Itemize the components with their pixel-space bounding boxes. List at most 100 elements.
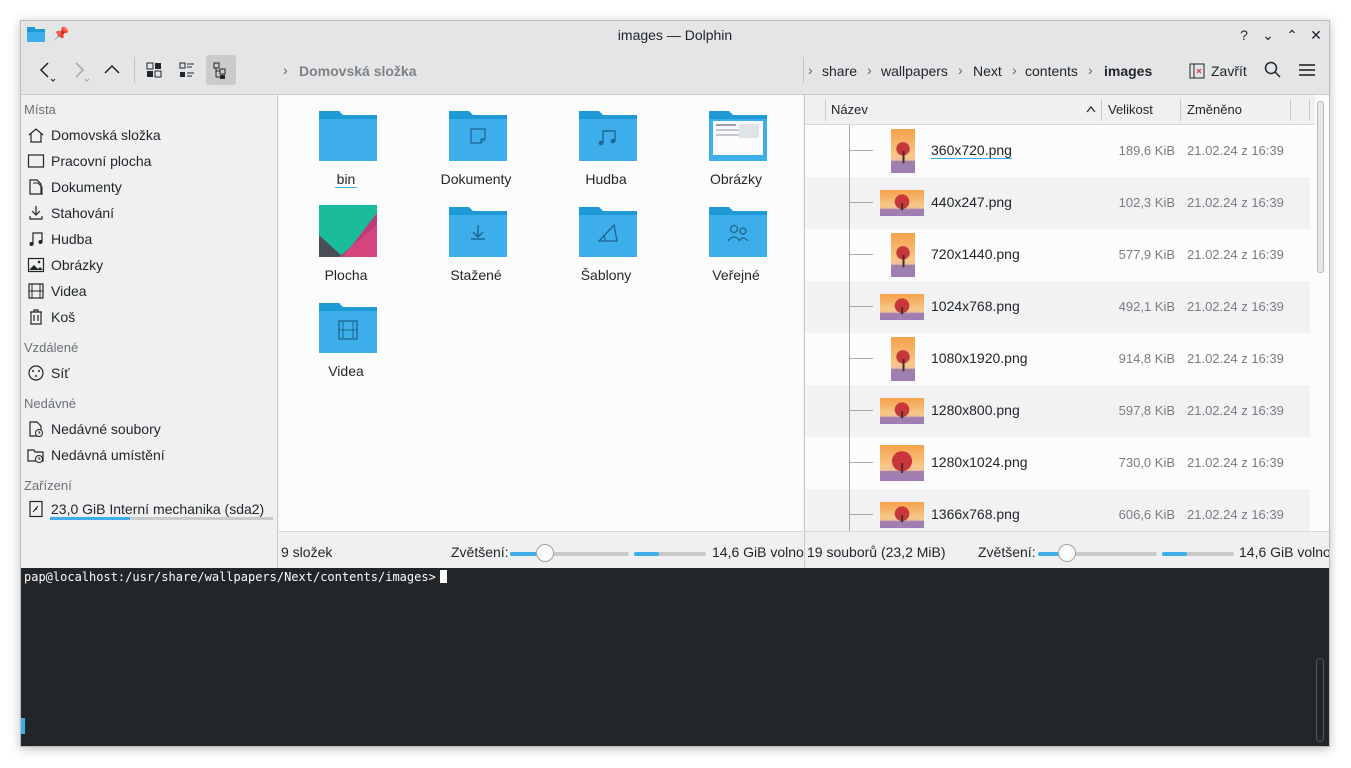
close-window-button[interactable]: ✕ [1306, 25, 1326, 45]
section-title-recent: Nedávné [24, 396, 77, 411]
file-size: 597,8 KiB [1118, 403, 1175, 418]
header-separator [1101, 99, 1102, 121]
sidebar-item-label: Hudba [51, 231, 93, 247]
table-row[interactable]: 360x720.png 189,6 KiB 21.02.24 z 16:39 [805, 125, 1310, 177]
table-row[interactable]: 1024x768.png 492,1 KiB 21.02.24 z 16:39 [805, 281, 1310, 333]
section-title-remote: Vzdálené [24, 340, 79, 355]
sidebar-item-label: Pracovní plocha [51, 153, 152, 169]
sidebar-item-trash[interactable]: Koš [27, 306, 273, 328]
table-row[interactable]: 440x247.png 102,3 KiB 21.02.24 z 16:39 [805, 177, 1310, 229]
sort-ascending-icon[interactable] [1086, 105, 1096, 113]
video-icon [28, 283, 44, 299]
left-zoom-slider[interactable] [510, 544, 629, 562]
home-icon [28, 128, 44, 143]
icons-view-button[interactable] [139, 55, 169, 85]
left-zoom-handle[interactable] [536, 544, 554, 562]
close-split-button[interactable]: Zavřít [1187, 57, 1251, 85]
sidebar-item-label: Síť [51, 365, 70, 381]
compact-view-button[interactable] [172, 55, 202, 85]
sidebar-item-music[interactable]: Hudba [27, 228, 273, 250]
folder-public[interactable]: Veřejné [671, 205, 801, 295]
hamburger-menu-button[interactable] [1292, 55, 1322, 85]
minimize-button[interactable]: ⌄ [1258, 25, 1278, 45]
breadcrumb-contents[interactable]: contents [1025, 63, 1078, 79]
breadcrumb-chevron-icon: › [808, 62, 813, 78]
breadcrumb-wallpapers[interactable]: wallpapers [881, 63, 948, 79]
terminal-panel[interactable]: pap@localhost:/usr/share/wallpapers/Next… [21, 568, 1329, 746]
file-size: 492,1 KiB [1118, 299, 1175, 314]
right-zoom-slider[interactable] [1038, 544, 1157, 562]
folder-label: Obrázky [709, 171, 763, 187]
up-button[interactable] [97, 55, 127, 85]
folder-desktop[interactable]: Plocha [281, 205, 411, 295]
table-row[interactable]: 1280x1024.png 730,0 KiB 21.02.24 z 16:39 [805, 437, 1310, 489]
sidebar-item-network[interactable]: Síť [27, 362, 273, 384]
column-size[interactable]: Velikost [1108, 102, 1153, 117]
toolbar-separator [134, 57, 135, 83]
toolbar-split-separator [803, 57, 804, 83]
sidebar-item-downloads[interactable]: Stahování [27, 202, 273, 224]
icons-view-icon [146, 62, 162, 78]
maximize-button[interactable]: ⌃ [1282, 25, 1302, 45]
forward-button[interactable] [65, 55, 95, 85]
tree-branch [849, 202, 873, 203]
search-button[interactable] [1258, 55, 1288, 85]
folder-download-icon [449, 207, 507, 257]
file-name: 1280x1024.png [931, 454, 1028, 470]
right-scrollbar-thumb[interactable] [1317, 101, 1324, 273]
left-free-space-bar [634, 552, 706, 556]
column-modified[interactable]: Změněno [1187, 102, 1242, 117]
compact-view-icon [179, 62, 194, 77]
breadcrumb-images[interactable]: images [1104, 63, 1152, 79]
folder-templates[interactable]: Šablony [541, 205, 671, 295]
table-row[interactable]: 1080x1920.png 914,8 KiB 21.02.24 z 16:39 [805, 333, 1310, 385]
help-button[interactable]: ? [1234, 25, 1254, 45]
folder-pictures[interactable]: Obrázky [671, 109, 801, 199]
back-button[interactable] [31, 55, 61, 85]
folder-videos[interactable]: Videa [281, 301, 411, 391]
breadcrumb-next[interactable]: Next [973, 63, 1002, 79]
folder-documents[interactable]: Dokumenty [411, 109, 541, 199]
folder-music[interactable]: Hudba [541, 109, 671, 199]
file-modified-date: 21.02.24 z 16:39 [1187, 403, 1284, 418]
file-modified-date: 21.02.24 z 16:39 [1187, 247, 1284, 262]
sidebar-item-pictures[interactable]: Obrázky [27, 254, 273, 276]
right-details-view[interactable]: Název Velikost Změněno 360x720.png 189,6 … [804, 95, 1329, 541]
back-arrow-icon [39, 62, 56, 82]
right-scrollbar[interactable] [1315, 97, 1324, 527]
sidebar-item-label: Dokumenty [51, 179, 122, 195]
sidebar-item-recent-locations[interactable]: Nedávná umístění [27, 444, 273, 466]
breadcrumb-share[interactable]: share [822, 63, 857, 79]
image-thumbnail-icon [891, 129, 915, 173]
table-row[interactable]: 1280x800.png 597,8 KiB 21.02.24 z 16:39 [805, 385, 1310, 437]
folder-bin[interactable]: bin [281, 109, 411, 199]
right-zoom-label: Zvětšení: [978, 544, 1036, 560]
right-free-space-bar [1162, 552, 1234, 556]
main-toolbar: › Domovská složka › share › wallpapers ›… [21, 49, 1329, 95]
column-name[interactable]: Název [831, 102, 868, 117]
sidebar-item-videos[interactable]: Videa [27, 280, 273, 302]
forward-arrow-icon [75, 62, 90, 82]
terminal-scrollbar[interactable] [1316, 658, 1324, 742]
folder-videos-icon [319, 303, 377, 353]
left-icon-view[interactable]: bin Dokumenty Hudba Obrázky Plocha Staže… [279, 95, 803, 531]
file-name: 1024x768.png [931, 298, 1020, 314]
sidebar-item-documents[interactable]: Dokumenty [27, 176, 273, 198]
file-name: 720x1440.png [931, 246, 1020, 262]
file-modified-date: 21.02.24 z 16:39 [1187, 195, 1284, 210]
sidebar-item-desktop[interactable]: Pracovní plocha [27, 150, 273, 172]
details-view-button[interactable] [206, 55, 236, 85]
sidebar-item-recent-files[interactable]: Nedávné soubory [27, 418, 273, 440]
sidebar-item-home[interactable]: Domovská složka [27, 124, 273, 146]
folder-label: Hudba [585, 171, 627, 187]
folder-downloads[interactable]: Stažené [411, 205, 541, 295]
terminal-prompt[interactable]: pap@localhost:/usr/share/wallpapers/Next… [24, 570, 447, 584]
breadcrumb-chevron-icon: › [1012, 62, 1017, 78]
file-name: 1280x800.png [931, 402, 1020, 418]
dolphin-window: 📌 images — Dolphin ? ⌄ ⌃ ✕ › Domovská sl… [20, 20, 1330, 747]
right-zoom-handle[interactable] [1058, 544, 1076, 562]
folder-label: Veřejné [712, 267, 760, 283]
table-row[interactable]: 720x1440.png 577,9 KiB 21.02.24 z 16:39 [805, 229, 1310, 281]
drive-usage-bar [50, 517, 273, 520]
left-breadcrumb-home[interactable]: Domovská složka [299, 63, 417, 79]
